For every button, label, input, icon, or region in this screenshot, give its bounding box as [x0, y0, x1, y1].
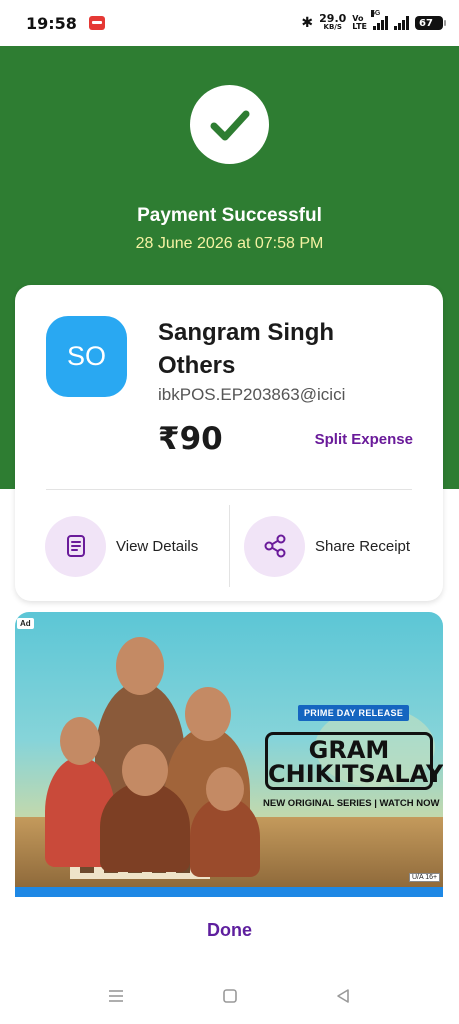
- payee-name: Sangram Singh Others: [158, 319, 335, 379]
- status-bar: 19:58 ✱ 29.0 KB/S Vo LTE 5G 67: [0, 0, 459, 46]
- split-expense-button[interactable]: Split Expense: [315, 431, 413, 448]
- ad-cta-strip: [15, 887, 443, 897]
- back-icon[interactable]: [330, 983, 356, 1009]
- card-divider: [46, 489, 412, 490]
- status-indicators: ✱ 29.0 KB/S Vo LTE 5G 67: [301, 10, 446, 31]
- ad-movie-title: GRAM CHIKITSALAY: [265, 732, 443, 790]
- signal-icon: [394, 16, 409, 30]
- check-icon: [210, 110, 249, 140]
- payment-date: 28 June 2026 at 07:58 PM: [135, 235, 324, 252]
- battery-icon: 67: [415, 16, 446, 30]
- payment-card: SO Sangram Singh Others ibkPOS.EP203863@…: [15, 285, 443, 601]
- network-speed: 29.0 KB/S: [319, 12, 347, 31]
- ad-person: [100, 744, 190, 872]
- actions-divider: [229, 505, 230, 587]
- success-check-badge: [190, 85, 269, 164]
- volte-indicator: Vo LTE: [352, 15, 367, 31]
- share-receipt-icon-wrap: [244, 515, 305, 577]
- done-button[interactable]: Done: [0, 920, 459, 941]
- view-details-icon-wrap: [45, 515, 106, 577]
- payment-amount: ₹90: [158, 421, 223, 457]
- signal-5g-icon: 5G: [371, 10, 388, 30]
- view-details-button[interactable]: View Details: [45, 515, 198, 577]
- home-icon[interactable]: [217, 983, 243, 1009]
- ad-rating: U/A 16+: [409, 873, 441, 882]
- avatar: SO: [46, 316, 127, 397]
- message-app-icon: [88, 16, 105, 30]
- volte-bottom: LTE: [352, 22, 367, 31]
- battery-level: 67: [419, 17, 433, 29]
- ad-person: [190, 767, 260, 877]
- ad-title-line1: GRAM: [308, 736, 390, 764]
- system-nav-bar: [0, 983, 459, 1009]
- network-speed-value: 29.0: [319, 12, 347, 25]
- bottom-area: Done: [0, 897, 459, 1024]
- payee-upi-id: ibkPOS.EP203863@icici: [158, 385, 346, 404]
- ad-release-badge: PRIME DAY RELEASE: [298, 705, 410, 721]
- menu-icon[interactable]: [103, 983, 129, 1009]
- network-speed-unit: KB/S: [323, 23, 342, 31]
- share-receipt-label: Share Receipt: [315, 537, 411, 555]
- view-details-label: View Details: [116, 537, 199, 555]
- ad-title-line2: CHIKITSALAY: [268, 760, 443, 788]
- ad-label: Ad: [17, 618, 34, 629]
- signal-tag: 5G: [371, 10, 381, 17]
- status-time: 19:58: [26, 13, 77, 33]
- ad-series-tag: NEW ORIGINAL SERIES | WATCH NOW: [263, 798, 440, 809]
- share-icon: [264, 534, 285, 558]
- ad-banner[interactable]: Ad PRIME DAY RELEASE GRAM CHIKITSALAY NE…: [15, 612, 443, 897]
- share-receipt-button[interactable]: Share Receipt: [244, 515, 410, 577]
- bluetooth-icon: ✱: [301, 15, 314, 31]
- payment-status-title: Payment Successful: [137, 205, 322, 226]
- document-icon: [66, 535, 85, 557]
